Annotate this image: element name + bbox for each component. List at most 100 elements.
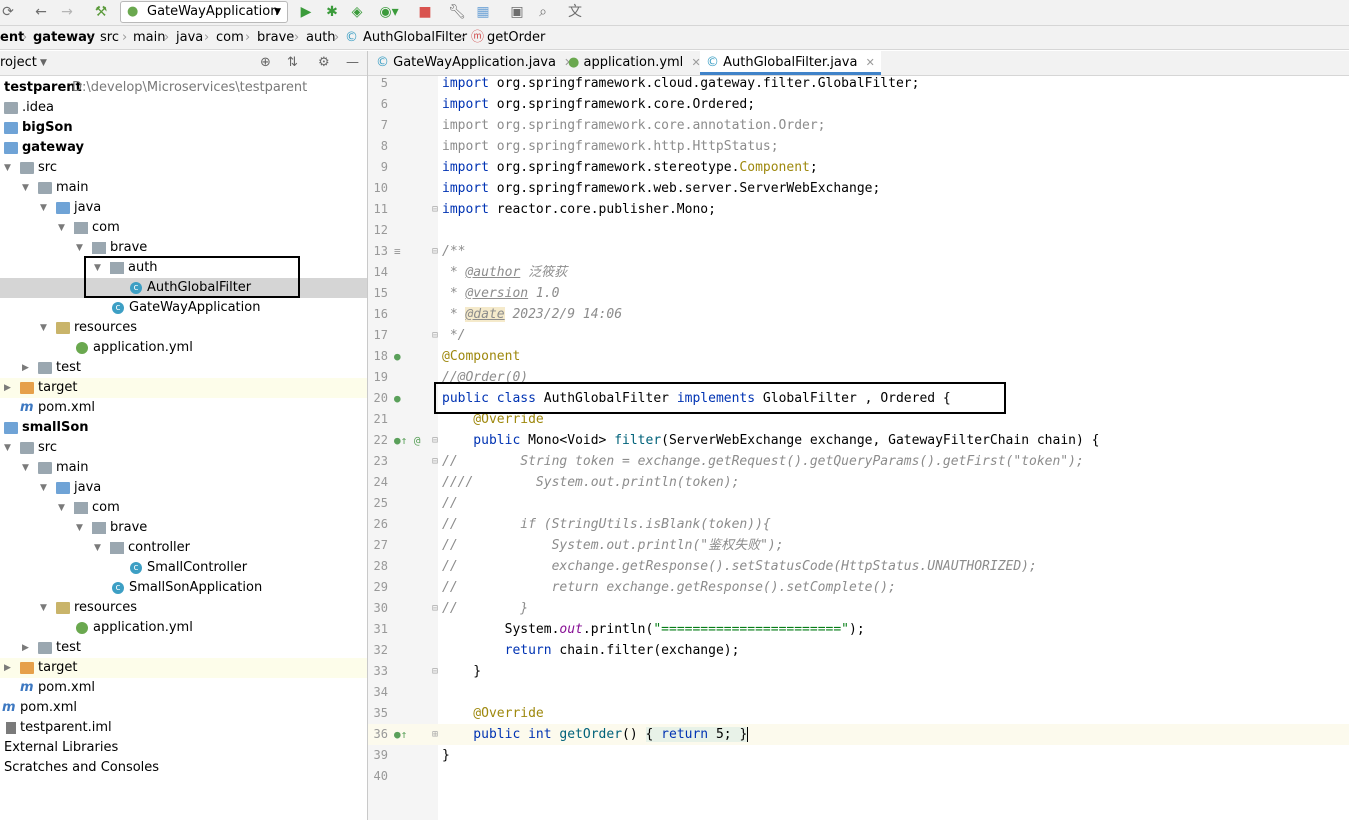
spring-bean-icon[interactable]: ● <box>394 388 401 409</box>
fold-icon[interactable]: ⊟ <box>432 430 438 451</box>
breadcrumb-item[interactable]: src <box>100 26 119 49</box>
fold-icon[interactable]: ⊟ <box>432 325 438 346</box>
tree-item-application-yml[interactable]: application.yml <box>0 618 367 638</box>
project-panel-title[interactable]: roject <box>0 51 37 75</box>
collapse-all-icon[interactable]: ⇅ <box>287 51 298 75</box>
tree-item-gatewayapplication[interactable]: c GateWayApplication <box>0 298 367 318</box>
expand-arrow-icon[interactable]: ▼ <box>22 458 29 478</box>
debug-icon[interactable]: ✱ <box>323 2 341 22</box>
locate-icon[interactable]: ⊕ <box>260 51 271 75</box>
tree-item-com[interactable]: ▼ com <box>0 498 367 518</box>
collapsed-arrow-icon[interactable]: ▶ <box>22 638 29 658</box>
doc-render-icon[interactable]: ≡ <box>394 241 401 262</box>
tree-item-resources[interactable]: ▼ resources <box>0 598 367 618</box>
tree-item-smallson[interactable]: smallSon <box>0 418 367 438</box>
tree-item-resources[interactable]: ▼ resources <box>0 318 367 338</box>
tree-item-controller[interactable]: ▼ controller <box>0 538 367 558</box>
fold-icon[interactable]: ⊟ <box>432 451 438 472</box>
settings-wrench-icon[interactable]: 🔧︎ <box>448 2 466 22</box>
tree-item-main[interactable]: ▼ main <box>0 178 367 198</box>
expand-arrow-icon[interactable]: ▼ <box>40 478 47 498</box>
expand-arrow-icon[interactable]: ▼ <box>94 538 101 558</box>
project-structure-icon[interactable]: ▦ <box>474 2 492 22</box>
spring-bean-icon[interactable]: ● <box>394 346 401 367</box>
layout-icon[interactable]: ▣ <box>508 2 526 22</box>
expand-arrow-icon[interactable]: ▼ <box>40 198 47 218</box>
profile-icon[interactable]: ◉▾ <box>375 2 403 22</box>
breadcrumb-item[interactable]: ent <box>0 26 24 49</box>
tree-item-brave[interactable]: ▼ brave <box>0 238 367 258</box>
tab-authglobalfilter[interactable]: © AuthGlobalFilter.java ✕ <box>700 51 881 75</box>
translate-icon[interactable]: 文 <box>566 2 584 22</box>
breadcrumb-item[interactable]: auth <box>306 26 336 49</box>
tree-item-target[interactable]: ▶ target <box>0 658 367 678</box>
breadcrumb-item[interactable]: AuthGlobalFilter <box>363 26 467 49</box>
close-icon[interactable]: ✕ <box>866 56 875 69</box>
expand-arrow-icon[interactable]: ▼ <box>22 178 29 198</box>
expand-arrow-icon[interactable]: ▼ <box>4 158 11 178</box>
expand-arrow-icon[interactable]: ▼ <box>4 438 11 458</box>
tree-item-idea[interactable]: .idea <box>0 98 367 118</box>
breadcrumb-item[interactable]: gateway <box>33 26 95 49</box>
run-configuration-select[interactable]: ● GateWayApplication ▼ <box>120 1 288 23</box>
forward-icon[interactable]: → <box>58 2 76 22</box>
tree-item-bigson[interactable]: bigSon <box>0 118 367 138</box>
tree-item-main[interactable]: ▼ main <box>0 458 367 478</box>
override-icon[interactable]: ●↑ <box>394 724 407 745</box>
expand-arrow-icon[interactable]: ▼ <box>76 238 83 258</box>
tab-gatewayapplication[interactable]: © GateWayApplication.java ✕ <box>376 51 573 75</box>
collapsed-arrow-icon[interactable]: ▶ <box>4 378 11 398</box>
run-icon[interactable]: ▶ <box>297 2 315 22</box>
breadcrumb-item[interactable]: java <box>176 26 203 49</box>
tree-item-java[interactable]: ▼ java <box>0 478 367 498</box>
fold-icon[interactable]: ⊞ <box>432 724 438 745</box>
fold-icon[interactable]: ⊟ <box>432 661 438 682</box>
expand-arrow-icon[interactable]: ▼ <box>40 598 47 618</box>
collapsed-arrow-icon[interactable]: ▶ <box>4 658 11 678</box>
chevron-down-icon[interactable]: ▼ <box>40 51 47 75</box>
code-text: // return exchange.getResponse().setComp… <box>442 580 896 595</box>
tree-item-testparent[interactable]: testparent D:\develop\Microservices\test… <box>0 78 367 98</box>
back-icon[interactable]: ← <box>32 2 50 22</box>
gear-icon[interactable]: ⚙ <box>318 51 330 75</box>
tree-item-java[interactable]: ▼ java <box>0 198 367 218</box>
tree-item-pom[interactable]: m pom.xml <box>0 698 367 718</box>
tree-item-external-libraries[interactable]: External Libraries <box>0 738 367 758</box>
tree-item-application-yml[interactable]: application.yml <box>0 338 367 358</box>
fold-icon[interactable]: ⊟ <box>432 598 438 619</box>
tree-item-smallsonapplication[interactable]: c SmallSonApplication <box>0 578 367 598</box>
tree-item-com[interactable]: ▼ com <box>0 218 367 238</box>
tree-item-testparent-iml[interactable]: testparent.iml <box>0 718 367 738</box>
breadcrumb-item[interactable]: getOrder <box>487 26 545 49</box>
breadcrumb-item[interactable]: main <box>133 26 165 49</box>
expand-arrow-icon[interactable]: ▼ <box>40 318 47 338</box>
collapsed-arrow-icon[interactable]: ▶ <box>22 358 29 378</box>
sync-icon[interactable]: ⟳ <box>0 2 16 22</box>
expand-arrow-icon[interactable]: ▼ <box>58 498 65 518</box>
stop-icon[interactable]: ■ <box>416 2 434 22</box>
fold-icon[interactable]: ⊟ <box>432 241 438 262</box>
run-config-label: GateWayApplication <box>147 4 279 19</box>
tree-item-pom[interactable]: m pom.xml <box>0 678 367 698</box>
tree-item-gateway[interactable]: gateway <box>0 138 367 158</box>
tab-application-yml[interactable]: ● application.yml ✕ <box>568 51 701 75</box>
breadcrumb-item[interactable]: com <box>216 26 244 49</box>
coverage-icon[interactable]: ◈ <box>348 2 366 22</box>
expand-arrow-icon[interactable]: ▼ <box>76 518 83 538</box>
tree-item-pom[interactable]: m pom.xml <box>0 398 367 418</box>
tree-item-src[interactable]: ▼ src <box>0 438 367 458</box>
build-hammer-icon[interactable]: ⚒ <box>92 2 110 22</box>
tree-item-src[interactable]: ▼ src <box>0 158 367 178</box>
tree-item-brave[interactable]: ▼ brave <box>0 518 367 538</box>
expand-arrow-icon[interactable]: ▼ <box>58 218 65 238</box>
search-icon[interactable]: ⌕ <box>534 2 552 22</box>
override-icon[interactable]: ●↑ @ <box>394 430 421 451</box>
hide-icon[interactable]: — <box>346 51 359 75</box>
tree-item-test[interactable]: ▶ test <box>0 638 367 658</box>
tree-item-smallcontroller[interactable]: c SmallController <box>0 558 367 578</box>
tree-item-scratches[interactable]: Scratches and Consoles <box>0 758 367 778</box>
tree-item-test[interactable]: ▶ test <box>0 358 367 378</box>
tree-item-target[interactable]: ▶ target <box>0 378 367 398</box>
breadcrumb-item[interactable]: brave <box>257 26 294 49</box>
fold-icon[interactable]: ⊟ <box>432 199 438 220</box>
